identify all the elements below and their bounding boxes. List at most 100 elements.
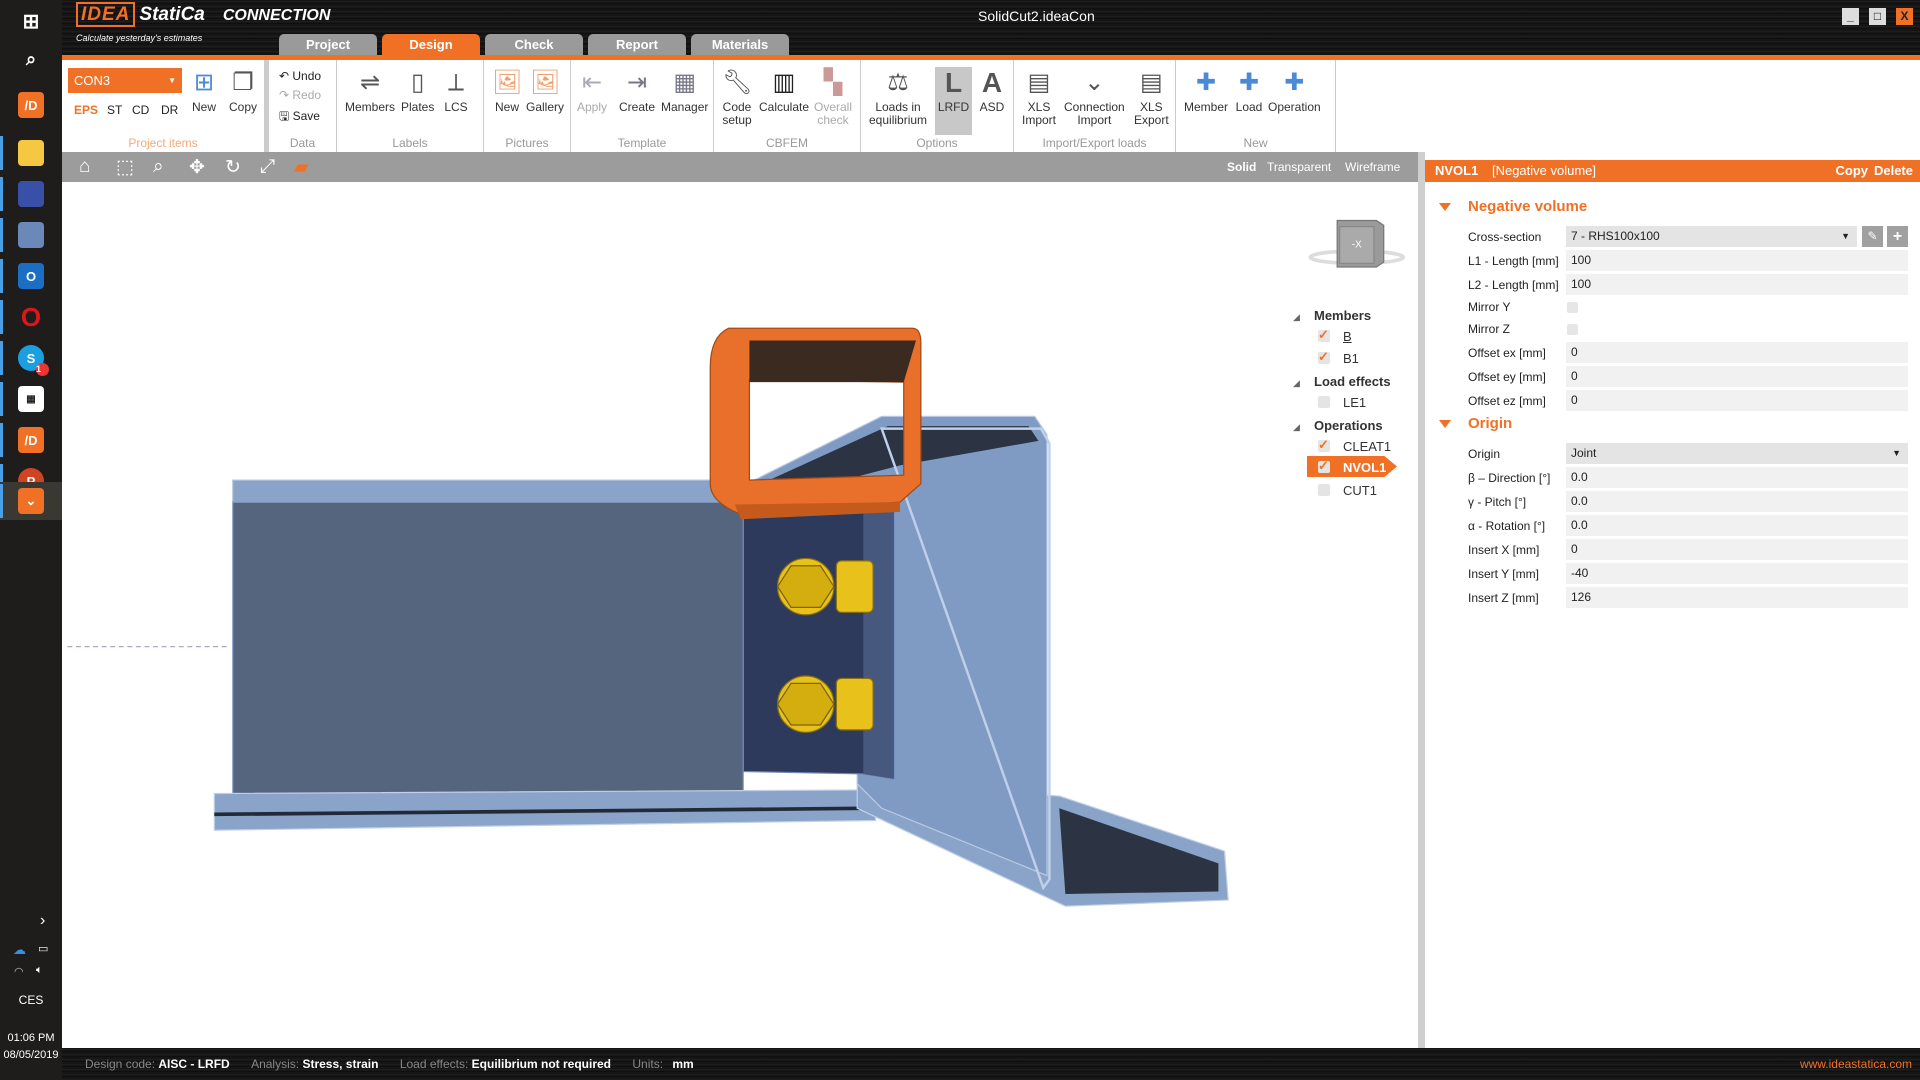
collapse-section-icon[interactable] [1439,203,1451,211]
tab-check[interactable]: Check [485,34,583,55]
idea-app-icon-2[interactable]: /D [18,427,44,453]
member-view-icon[interactable]: ▰ [294,156,309,179]
redo-button[interactable]: ↷ Redo [279,88,321,102]
search-icon[interactable]: ⌕ [18,46,44,72]
checkbox-cleat1[interactable]: ✓ [1318,438,1330,452]
file-explorer-icon[interactable] [18,140,44,166]
connection-selector[interactable]: CON3 ▼ [68,68,182,93]
xls-import-button[interactable]: ▤ XLS Import [1022,68,1056,127]
code-setup-button[interactable]: 🔧︎ Code setup [722,68,752,127]
zoom-icon[interactable]: ⌕ [153,156,164,178]
tree-item-cut1[interactable]: CUT1 [1343,483,1377,498]
calculator-icon[interactable]: ▦ [18,386,44,412]
view-cube[interactable]: -X [1308,219,1406,268]
lrfd-button[interactable]: L LRFD [935,67,972,135]
connection-import-button[interactable]: ⌄ Connection Import [1064,68,1125,127]
pan-icon[interactable]: ✥ [189,156,205,179]
transparent-mode-button[interactable]: Transparent [1267,160,1331,174]
outlook-icon[interactable]: O [18,263,44,289]
connection-model[interactable]: -X [62,182,1418,1048]
chevron-right-icon[interactable]: › [40,912,45,930]
save-disk-app-icon[interactable] [18,181,44,207]
collapse-icon[interactable]: ◢ [1293,422,1300,433]
add-cross-section-button[interactable]: + [1887,226,1908,247]
apply-template-button[interactable]: ⇤ Apply [577,68,607,114]
plates-labels-button[interactable]: ▯ Plates [401,68,434,114]
subtab-cd[interactable]: CD [132,103,149,117]
offset-ez-input[interactable]: 0 [1566,390,1908,411]
skype-icon[interactable]: S1 [18,345,49,376]
bolt[interactable] [776,675,874,733]
direction-input[interactable]: 0.0 [1566,467,1908,488]
origin-select[interactable]: Joint ▼ [1566,443,1908,464]
tree-item-nvol1[interactable]: NVOL1 [1343,460,1386,475]
opera-icon[interactable]: O [18,302,44,332]
subtab-dr[interactable]: DR [161,103,178,117]
asd-button[interactable]: A ASD [977,68,1007,114]
wireframe-mode-button[interactable]: Wireframe [1345,160,1400,174]
website-link[interactable]: www.ideastatica.com [1800,1048,1912,1080]
checkbox-nvol1[interactable]: ✓ [1318,459,1330,473]
clock-time[interactable]: 01:06 PM [0,1032,62,1044]
tree-item-le1[interactable]: LE1 [1343,395,1366,410]
new-load-button[interactable]: ✚ Load [1234,68,1264,114]
panel-splitter[interactable] [1418,152,1425,1048]
insert-x-input[interactable]: 0 [1566,539,1908,560]
new-connection-button[interactable]: ⊞ New [189,68,219,114]
onedrive-icon[interactable]: ☁ [13,942,26,958]
collapse-section-icon[interactable] [1439,420,1451,428]
copy-operation-button[interactable]: Copy [1836,160,1869,182]
rotate-icon[interactable]: ↻ [225,156,241,179]
l1-length-input[interactable]: 100 [1566,250,1908,271]
l2-length-input[interactable]: 100 [1566,274,1908,295]
zoom-window-icon[interactable]: ⬚ [116,156,134,179]
subtab-eps[interactable]: EPS [74,103,98,117]
delete-operation-button[interactable]: Delete [1874,160,1913,182]
cross-section-select[interactable]: 7 - RHS100x100 ▼ [1566,226,1857,247]
checkbox-le1[interactable] [1318,396,1330,408]
offset-ey-input[interactable]: 0 [1566,366,1908,387]
collapse-icon[interactable]: ◢ [1293,312,1300,323]
tree-item-b[interactable]: B [1343,329,1352,344]
checkbox-b[interactable]: ✓ [1318,328,1330,342]
rotation-input[interactable]: 0.0 [1566,515,1908,536]
3d-viewport[interactable]: -X ◢ Members ✓ B ✓ B1 ◢ Load effects LE1… [62,182,1418,1048]
overall-check-button[interactable]: ▚ Overall check [814,68,852,127]
wifi-icon[interactable]: ◠ [14,965,24,978]
subtab-st[interactable]: ST [107,103,122,117]
edit-cross-section-button[interactable]: ✎ [1862,226,1883,247]
tab-design[interactable]: Design [382,34,480,55]
gallery-button[interactable]: 🖼︎ Gallery [526,68,564,114]
tree-item-b1[interactable]: B1 [1343,351,1359,366]
idea-connection-icon[interactable]: ⌄ [18,488,44,514]
loads-in-equilibrium-button[interactable]: ⚖︎ Loads in equilibrium [869,68,927,127]
offset-ex-input[interactable]: 0 [1566,342,1908,363]
insert-y-input[interactable]: -40 [1566,563,1908,584]
members-labels-button[interactable]: ⇌ Members [345,68,395,114]
section-negative-volume[interactable]: Negative volume [1468,198,1587,215]
pitch-input[interactable]: 0.0 [1566,491,1908,512]
maximize-button[interactable]: □ [1869,8,1886,25]
insert-z-input[interactable]: 126 [1566,587,1908,608]
copy-connection-button[interactable]: ❐ Copy [228,68,258,114]
clock-date[interactable]: 08/05/2019 [0,1049,62,1061]
idea-app-icon[interactable]: /D [18,92,44,118]
collapse-icon[interactable]: ◢ [1293,378,1300,389]
volume-icon[interactable]: 🔈︎ [36,964,43,977]
xls-export-button[interactable]: ▤ XLS Export [1134,68,1169,127]
tab-report[interactable]: Report [588,34,686,55]
home-icon[interactable]: ⌂ [79,156,90,178]
fit-all-icon[interactable]: ⤢ [260,156,275,178]
section-origin[interactable]: Origin [1468,415,1512,432]
lcs-button[interactable]: ⟂ LCS [441,68,471,114]
undo-button[interactable]: ↶ Undo [279,69,321,83]
mirror-z-checkbox[interactable] [1567,324,1578,335]
battery-icon[interactable]: ▭ [38,942,48,955]
save-button[interactable]: 🖫︎ Save [279,107,320,128]
solid-mode-button[interactable]: Solid [1227,160,1256,174]
new-picture-button[interactable]: 🖼︎ New [492,68,522,114]
mirror-y-checkbox[interactable] [1567,302,1578,313]
minimize-button[interactable]: _ [1842,8,1859,25]
new-operation-button[interactable]: ✚ Operation [1268,68,1321,114]
tree-item-cleat1[interactable]: CLEAT1 [1343,439,1391,454]
